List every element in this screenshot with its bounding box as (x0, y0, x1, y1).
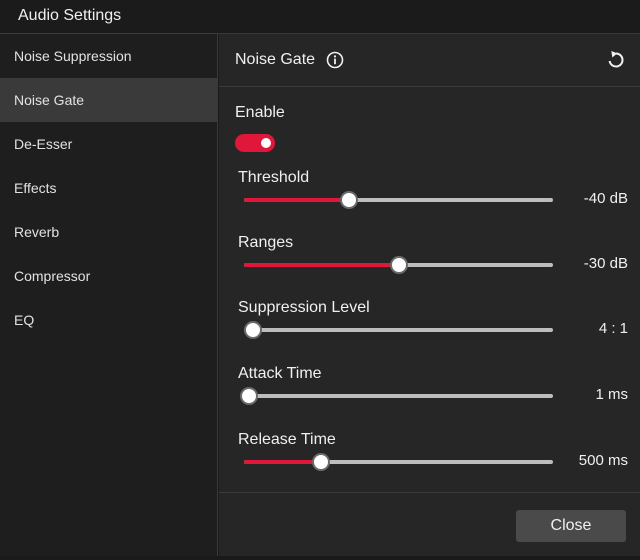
slider-thumb[interactable] (244, 321, 263, 339)
slider-thumb[interactable] (239, 387, 258, 405)
sidebar-item-label: EQ (14, 312, 35, 328)
suppression-level-label: Suppression Level (238, 299, 370, 316)
panel-footer: Close (219, 492, 640, 556)
release-time-value: 500 ms (578, 452, 628, 469)
attack-time-row: Attack Time 1 ms (219, 365, 640, 425)
ranges-label: Ranges (238, 234, 294, 251)
panel-header: Noise Gate (219, 34, 640, 87)
slider-thumb[interactable] (340, 191, 359, 209)
release-time-row: Release Time 500 ms (219, 431, 640, 491)
attack-time-label: Attack Time (238, 365, 322, 382)
suppression-level-slider[interactable] (244, 321, 553, 339)
sidebar-item-label: Noise Suppression (14, 48, 132, 64)
title-bar: Audio Settings (0, 0, 640, 34)
close-button[interactable]: Close (516, 510, 626, 542)
sidebar-item-noise-suppression[interactable]: Noise Suppression (0, 34, 217, 78)
settings-panel: Noise Gate Enable Threshold -40 dB Range… (219, 34, 640, 556)
slider-thumb[interactable] (389, 256, 408, 274)
attack-time-value: 1 ms (595, 386, 628, 403)
threshold-row: Threshold -40 dB (219, 169, 640, 229)
panel-title: Noise Gate (235, 51, 316, 68)
sidebar: Noise Suppression Noise Gate De-Esser Ef… (0, 34, 218, 556)
toggle-knob (261, 138, 271, 148)
suppression-level-value: 4 : 1 (598, 320, 628, 337)
sidebar-item-label: Effects (14, 180, 57, 196)
sidebar-item-label: Reverb (14, 224, 60, 240)
threshold-label: Threshold (238, 169, 310, 186)
ranges-slider[interactable] (244, 256, 553, 274)
sidebar-item-compressor[interactable]: Compressor (0, 254, 217, 298)
sidebar-item-label: Noise Gate (14, 92, 85, 108)
sidebar-item-reverb[interactable]: Reverb (0, 210, 217, 254)
sidebar-item-noise-gate[interactable]: Noise Gate (0, 78, 217, 122)
sidebar-item-de-esser[interactable]: De-Esser (0, 122, 217, 166)
ranges-row: Ranges -30 dB (219, 234, 640, 294)
attack-time-slider[interactable] (239, 387, 553, 405)
slider-fill (244, 460, 322, 464)
enable-toggle[interactable] (235, 134, 275, 152)
window-title: Audio Settings (18, 7, 122, 24)
threshold-slider[interactable] (244, 191, 553, 209)
info-icon[interactable] (326, 51, 344, 69)
reset-icon[interactable] (605, 49, 627, 71)
sidebar-item-label: Compressor (14, 268, 91, 284)
slider-fill (244, 198, 350, 202)
sidebar-item-effects[interactable]: Effects (0, 166, 217, 210)
sidebar-item-label: De-Esser (14, 136, 73, 152)
slider-fill (244, 263, 399, 267)
release-time-label: Release Time (238, 431, 336, 448)
threshold-value: -40 dB (583, 190, 628, 207)
release-time-slider[interactable] (244, 453, 553, 471)
sidebar-item-eq[interactable]: EQ (0, 298, 217, 342)
slider-thumb[interactable] (312, 453, 331, 471)
enable-label: Enable (235, 104, 285, 121)
ranges-value: -30 dB (583, 255, 628, 272)
suppression-level-row: Suppression Level 4 : 1 (219, 299, 640, 359)
